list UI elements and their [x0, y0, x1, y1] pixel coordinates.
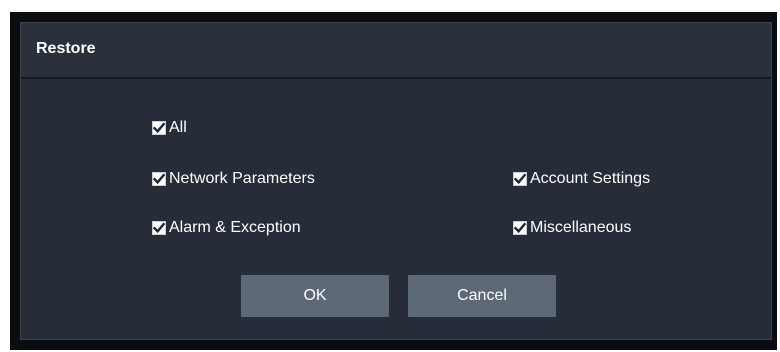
- restore-dialog: Restore All Network Parameters Account S…: [20, 22, 772, 340]
- checkbox-alarm-exception[interactable]: Alarm & Exception: [152, 219, 301, 237]
- dialog-titlebar: Restore: [21, 23, 771, 79]
- checkbox-network-parameters-box[interactable]: [152, 172, 166, 186]
- checkmark-icon: [153, 173, 165, 185]
- checkbox-miscellaneous-box[interactable]: [513, 221, 527, 235]
- checkbox-network-parameters[interactable]: Network Parameters: [152, 170, 315, 188]
- cancel-button[interactable]: Cancel: [408, 275, 556, 317]
- checkmark-icon: [153, 122, 165, 134]
- checkbox-alarm-exception-box[interactable]: [152, 221, 166, 235]
- dialog-title: Restore: [36, 40, 96, 57]
- checkbox-all-label: All: [169, 119, 187, 136]
- checkbox-alarm-exception-label: Alarm & Exception: [169, 219, 301, 236]
- checkmark-icon: [514, 173, 526, 185]
- checkbox-all[interactable]: All: [152, 119, 187, 137]
- checkbox-all-box[interactable]: [152, 121, 166, 135]
- checkmark-icon: [514, 222, 526, 234]
- checkbox-account-settings-label: Account Settings: [530, 170, 651, 187]
- checkbox-account-settings[interactable]: Account Settings: [513, 170, 650, 188]
- ok-button[interactable]: OK: [241, 275, 389, 317]
- checkbox-account-settings-box[interactable]: [513, 172, 527, 186]
- checkbox-miscellaneous-label: Miscellaneous: [530, 219, 632, 236]
- checkmark-icon: [153, 222, 165, 234]
- checkbox-network-parameters-label: Network Parameters: [169, 170, 315, 187]
- checkbox-miscellaneous[interactable]: Miscellaneous: [513, 219, 631, 237]
